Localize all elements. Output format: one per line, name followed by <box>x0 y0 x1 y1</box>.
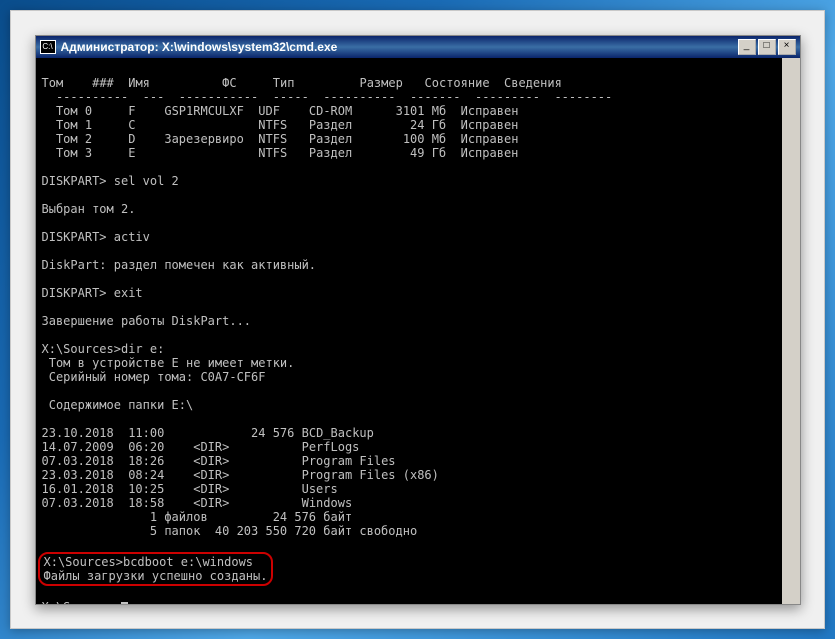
separator: ---------- --- ----------- ----- -------… <box>42 90 613 104</box>
vol-row: Том 3 <box>56 146 92 160</box>
output-line: Содержимое папки E:\ <box>42 398 194 412</box>
col-size: Размер <box>359 76 402 90</box>
scroll-up-button[interactable]: ▲ <box>783 58 799 74</box>
col-info: Сведения <box>504 76 562 90</box>
scroll-down-button[interactable]: ▼ <box>783 588 799 604</box>
col-tom: Том <box>42 76 64 90</box>
file-row: 16.01.2018 <box>42 482 114 496</box>
file-row: 23.10.2018 <box>42 426 114 440</box>
prompt-line: X:\Sources>dir e: <box>42 342 165 356</box>
highlighted-command: X:\Sources>bcdboot e:\windows Файлы загр… <box>38 552 274 586</box>
vol-row: Том 2 <box>56 132 92 146</box>
cmd-icon: C:\ <box>40 40 56 54</box>
prompt-line: DISKPART> exit <box>42 286 143 300</box>
file-row: 14.07.2009 <box>42 440 114 454</box>
maximize-button[interactable]: □ <box>758 39 776 55</box>
scrollbar-thumb[interactable] <box>783 544 799 584</box>
col-name: Имя <box>128 76 150 90</box>
file-row: 07.03.2018 <box>42 454 114 468</box>
title-bar[interactable]: C:\ Администратор: X:\windows\system32\c… <box>36 36 800 58</box>
vol-row: Том 0 <box>56 104 92 118</box>
cursor <box>121 602 128 604</box>
prompt-line: X:\Sources>bcdboot e:\windows <box>44 555 254 569</box>
output-line: 5 папок 40 203 550 720 байт свободно <box>42 524 418 538</box>
col-fs: ФС <box>222 76 236 90</box>
prompt-line: X:\Sources> <box>42 600 121 604</box>
window-title: Администратор: X:\windows\system32\cmd.e… <box>61 40 738 54</box>
outer-frame: C:\ Администратор: X:\windows\system32\c… <box>10 10 825 629</box>
col-hash: ### <box>92 76 114 90</box>
output-line: Том в устройстве E не имеет метки. <box>42 356 295 370</box>
output-line: Серийный номер тома: C0A7-CF6F <box>42 370 266 384</box>
window-buttons: _ □ × <box>738 39 796 55</box>
close-button[interactable]: × <box>778 39 796 55</box>
output-line: Завершение работы DiskPart... <box>42 314 252 328</box>
file-row: 23.03.2018 <box>42 468 114 482</box>
cmd-window: C:\ Администратор: X:\windows\system32\c… <box>35 35 801 605</box>
prompt-line: DISKPART> activ <box>42 230 150 244</box>
output-line: Файлы загрузки успешно созданы. <box>44 569 268 583</box>
file-row: 07.03.2018 <box>42 496 114 510</box>
col-status: Состояние <box>425 76 490 90</box>
output-line: 1 файлов 24 576 байт <box>42 510 353 524</box>
console-area[interactable]: Том ### Имя ФС Тип Размер Состояние Свед… <box>36 58 800 604</box>
prompt-line: DISKPART> sel vol 2 <box>42 174 179 188</box>
output-line: DiskPart: раздел помечен как активный. <box>42 258 317 272</box>
col-type: Тип <box>273 76 295 90</box>
minimize-button[interactable]: _ <box>738 39 756 55</box>
output-line: Выбран том 2. <box>42 202 136 216</box>
vol-row: Том 1 <box>56 118 92 132</box>
